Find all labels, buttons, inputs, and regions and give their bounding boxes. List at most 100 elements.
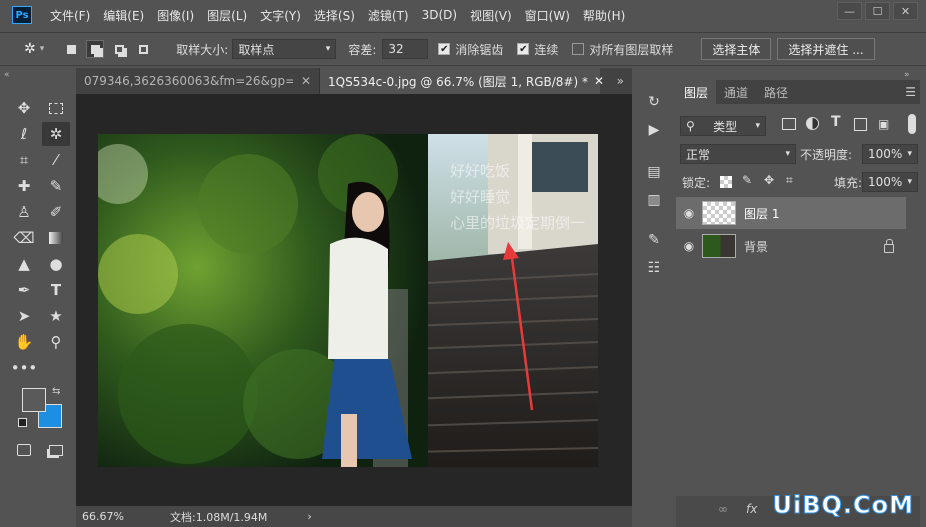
select-subject-button[interactable]: 选择主体 bbox=[701, 38, 772, 60]
chevron-down-icon[interactable]: ▾ bbox=[40, 44, 45, 54]
clone-stamp-tool-icon[interactable]: ♙ bbox=[10, 200, 38, 224]
tab-document-2-title: 1QS534c-0.jpg @ 66.7% (图层 1, RGB/8#) * bbox=[328, 74, 588, 89]
foreground-color-swatch[interactable] bbox=[22, 388, 46, 412]
eye-icon[interactable]: ◉ bbox=[676, 206, 702, 220]
tab-document-2[interactable]: 1QS534c-0.jpg @ 66.7% (图层 1, RGB/8#) * ✕ bbox=[320, 68, 604, 94]
layer-style-icon[interactable]: fx bbox=[746, 502, 757, 516]
screen-mode-icon[interactable] bbox=[42, 438, 70, 462]
menu-type[interactable]: 文字(Y) bbox=[260, 7, 301, 24]
layer-name[interactable]: 图层 1 bbox=[744, 205, 779, 222]
filter-adjustment-icon[interactable] bbox=[806, 117, 819, 130]
lock-position-icon[interactable]: ✥ bbox=[764, 173, 774, 187]
menu-filter[interactable]: 滤镜(T) bbox=[368, 7, 409, 24]
minimize-button[interactable]: — bbox=[837, 2, 862, 20]
blur-tool-icon[interactable]: ▲ bbox=[10, 252, 38, 276]
actions-play-icon[interactable]: ▶ bbox=[644, 120, 664, 140]
notes-icon[interactable]: ▥ bbox=[644, 190, 664, 210]
swap-colors-icon[interactable]: ⇆ bbox=[52, 386, 60, 397]
tab-paths[interactable]: 路径 bbox=[756, 80, 796, 104]
menu-edit[interactable]: 编辑(E) bbox=[103, 7, 144, 24]
link-layers-icon[interactable]: ∞ bbox=[718, 502, 728, 516]
crop-tool-icon[interactable]: ⌗ bbox=[10, 148, 38, 172]
lock-artboard-icon[interactable]: ⌗ bbox=[786, 173, 793, 188]
eraser-tool-icon[interactable]: ⌫ bbox=[10, 226, 38, 250]
menu-layer[interactable]: 图层(L) bbox=[207, 7, 247, 24]
eyedropper-tool-icon[interactable]: ⁄ bbox=[42, 148, 70, 172]
shape-tool-icon[interactable]: ★ bbox=[42, 304, 70, 328]
tab-channels[interactable]: 通道 bbox=[716, 80, 756, 104]
close-icon[interactable]: ✕ bbox=[594, 74, 604, 88]
zoom-level[interactable]: 66.67% bbox=[82, 510, 142, 523]
filter-shape-icon[interactable] bbox=[854, 118, 867, 131]
layer-row-layer-1[interactable]: ◉ 图层 1 bbox=[676, 197, 906, 229]
blend-mode-select[interactable]: 正常 ▾ bbox=[680, 144, 796, 164]
panel-menu-icon[interactable]: ☰ bbox=[905, 80, 916, 104]
zoom-tool-icon[interactable]: ⚲ bbox=[42, 330, 70, 354]
status-menu-arrow-icon[interactable]: › bbox=[307, 510, 311, 523]
healing-brush-tool-icon[interactable]: ✚ bbox=[10, 174, 38, 198]
menu-file[interactable]: 文件(F) bbox=[50, 7, 90, 24]
search-icon: ⚲ bbox=[686, 119, 695, 133]
magic-wand-preset-icon[interactable]: ✲ bbox=[24, 41, 36, 57]
eye-icon[interactable]: ◉ bbox=[676, 239, 702, 253]
collapse-panels-icon[interactable]: » bbox=[904, 70, 910, 80]
history-brush-tool-icon[interactable]: ✐ bbox=[42, 200, 70, 224]
dodge-tool-icon[interactable]: ● bbox=[42, 252, 70, 276]
pen-tool-icon[interactable]: ✒ bbox=[10, 278, 38, 302]
select-and-mask-button[interactable]: 选择并遮住 ... bbox=[777, 38, 875, 60]
tab-document-1[interactable]: 079346,3626360063&fm=26&gp=0.jpg ✕ bbox=[76, 68, 320, 94]
document-image[interactable]: 好好吃饭 好好睡觉 心里的垃圾定期倒一 bbox=[98, 134, 598, 467]
options-bar: ✲ ▾ 取样大小: 取样点 ▾ 容差: 32 ✔ 消除锯齿 ✔ 连续 对所有图层… bbox=[0, 32, 926, 66]
fill-input[interactable]: 100% ▾ bbox=[862, 172, 918, 192]
tab-overflow-icon[interactable]: » bbox=[609, 68, 632, 94]
tolerance-input[interactable]: 32 bbox=[382, 39, 429, 59]
antialias-checkbox[interactable]: ✔ bbox=[438, 43, 451, 55]
opacity-input[interactable]: 100% ▾ bbox=[862, 144, 918, 164]
filter-smart-object-icon[interactable]: ▣ bbox=[878, 117, 889, 131]
intersect-selection-button[interactable] bbox=[134, 40, 152, 58]
menu-window[interactable]: 窗口(W) bbox=[525, 7, 570, 24]
filter-type-icon[interactable]: T bbox=[831, 114, 841, 130]
menu-help[interactable]: 帮助(H) bbox=[583, 7, 625, 24]
sample-all-layers-checkbox[interactable] bbox=[572, 43, 585, 55]
collapse-tools-icon[interactable]: « bbox=[4, 70, 10, 80]
sample-size-select[interactable]: 取样点 ▾ bbox=[232, 39, 337, 59]
contiguous-checkbox[interactable]: ✔ bbox=[517, 43, 530, 55]
adjustments-icon[interactable]: ☷ bbox=[644, 258, 664, 278]
tolerance-label: 容差: bbox=[348, 42, 377, 57]
menu-view[interactable]: 视图(V) bbox=[470, 7, 512, 24]
type-tool-icon[interactable]: T bbox=[42, 278, 70, 302]
menu-3d[interactable]: 3D(D) bbox=[422, 8, 457, 22]
close-icon[interactable]: ✕ bbox=[301, 74, 311, 88]
default-colors-icon[interactable] bbox=[18, 418, 27, 427]
quick-mask-icon[interactable] bbox=[10, 438, 38, 462]
history-icon[interactable]: ↻ bbox=[644, 92, 664, 112]
subtract-selection-button[interactable] bbox=[110, 40, 128, 58]
lock-transparent-icon[interactable] bbox=[720, 176, 732, 188]
filter-pixel-icon[interactable] bbox=[782, 118, 796, 130]
maximize-button[interactable]: ☐ bbox=[865, 2, 890, 20]
add-selection-button[interactable] bbox=[86, 40, 105, 58]
close-button[interactable]: ✕ bbox=[893, 2, 918, 20]
move-tool-icon[interactable]: ✥ bbox=[10, 96, 38, 120]
layer-name[interactable]: 背景 bbox=[744, 238, 884, 255]
layer-row-background[interactable]: ◉ 背景 bbox=[676, 230, 906, 262]
filter-toggle[interactable] bbox=[908, 114, 916, 134]
path-selection-tool-icon[interactable]: ➤ bbox=[10, 304, 38, 328]
magic-wand-tool-icon[interactable]: ✲ bbox=[42, 122, 70, 146]
lock-image-icon[interactable]: ✎ bbox=[742, 173, 752, 187]
new-selection-button[interactable] bbox=[62, 40, 80, 58]
tab-layers[interactable]: 图层 bbox=[676, 80, 717, 104]
gradient-tool-icon[interactable] bbox=[42, 226, 70, 250]
menu-select[interactable]: 选择(S) bbox=[314, 7, 355, 24]
layer-filter-select[interactable]: ⚲ 类型 ▾ bbox=[680, 116, 766, 136]
lasso-tool-icon[interactable]: ℓ bbox=[10, 122, 38, 146]
properties-icon[interactable]: ▤ bbox=[644, 162, 664, 182]
brush-settings-icon[interactable]: ✎ bbox=[644, 230, 664, 250]
menu-image[interactable]: 图像(I) bbox=[157, 7, 194, 24]
marquee-tool-icon[interactable] bbox=[42, 96, 70, 120]
hand-tool-icon[interactable]: ✋ bbox=[10, 330, 38, 354]
brush-tool-icon[interactable]: ✎ bbox=[42, 174, 70, 198]
more-tools-icon[interactable]: ••• bbox=[10, 356, 38, 380]
blend-mode-value: 正常 bbox=[686, 147, 711, 162]
